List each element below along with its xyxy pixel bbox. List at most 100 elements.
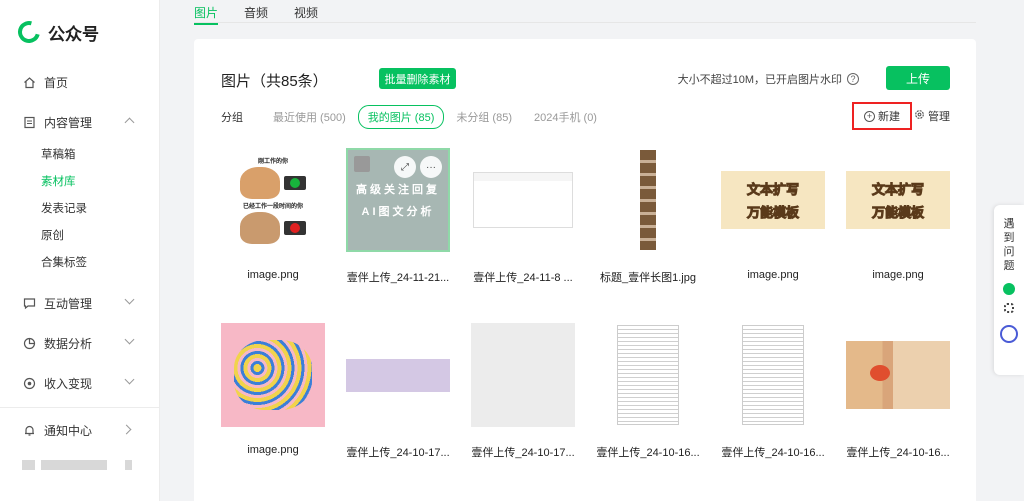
sidebar-item-label: 互动管理	[44, 296, 93, 311]
image-card[interactable]: 壹伴上传_24-10-16...	[846, 323, 950, 460]
sidebar-subitem-original[interactable]: 原创	[0, 223, 159, 250]
image-thumbnail[interactable]	[721, 323, 825, 427]
more-icon[interactable]: ···	[420, 156, 442, 178]
gear-icon	[914, 109, 925, 123]
new-group-button[interactable]: + 新建	[852, 102, 912, 130]
document-icon	[22, 115, 36, 129]
group-tab-2024-phone[interactable]: 2024手机 (0)	[534, 109, 597, 125]
image-thumbnail[interactable]: 文本扩写 万能模板	[721, 148, 825, 252]
image-thumbnail[interactable]	[471, 148, 575, 252]
manage-label: 管理	[928, 111, 950, 123]
sidebar-subitem-publish-records[interactable]: 发表记录	[0, 196, 159, 223]
image-thumbnail[interactable]	[596, 148, 700, 252]
image-card-hovered[interactable]: ⤢ ··· 高级关注回复 AI图文分析 壹伴上传_24-11-21...	[346, 148, 450, 285]
image-thumbnail[interactable]: 文本扩写 万能模板	[846, 148, 950, 252]
group-tab-my-images[interactable]: 我的图片 (85)	[357, 105, 445, 129]
home-icon	[22, 75, 36, 89]
sidebar-subitem-collection-tags[interactable]: 合集标签	[0, 250, 159, 277]
image-thumbnail[interactable]: 刚工作的你 已经工作一段时间的你	[221, 148, 325, 252]
help-icon[interactable]: ?	[847, 73, 859, 85]
chevron-up-icon	[124, 117, 135, 128]
apps-grid-icon[interactable]	[1004, 303, 1014, 313]
help-float-text[interactable]: 遇到问题	[1003, 217, 1015, 273]
wechat-logo-icon	[13, 16, 45, 48]
group-filter-row: 分组 最近使用 (500) 我的图片 (85) 未分组 (85) 2024手机 …	[221, 102, 950, 130]
thumb-text-line1: 高级关注回复	[356, 184, 440, 196]
tab-video[interactable]: 视频	[294, 0, 318, 22]
tab-images[interactable]: 图片	[194, 0, 219, 25]
image-name: image.png	[247, 444, 299, 456]
image-card[interactable]: 刚工作的你 已经工作一段时间的你 image.png	[221, 148, 325, 285]
image-thumbnail[interactable]	[471, 323, 575, 427]
sidebar-item-label: 数据分析	[44, 336, 93, 351]
chevron-right-icon	[121, 424, 132, 435]
add-circle-icon: +	[864, 110, 875, 122]
sidebar-item-home[interactable]: 首页	[0, 62, 159, 102]
size-note-text: 大小不超过10M，已开启图片水印	[677, 74, 842, 86]
page-title: 图片（共85条）	[221, 73, 328, 90]
app-name: 公众号	[48, 24, 99, 44]
image-thumbnail[interactable]	[846, 323, 950, 427]
expand-icon[interactable]: ⤢	[394, 156, 416, 178]
group-label: 分组	[221, 112, 243, 124]
help-float-widget: 遇到问题	[994, 205, 1024, 375]
image-card[interactable]: 文本扩写 万能模板 image.png	[846, 148, 950, 285]
image-name: 壹伴上传_24-10-16...	[846, 447, 950, 459]
sidebar-subitem-drafts[interactable]: 草稿箱	[0, 142, 159, 169]
manage-groups-button[interactable]: 管理	[914, 108, 950, 124]
select-checkbox[interactable]	[354, 156, 370, 172]
sidebar-item-label: 通知中心	[44, 423, 93, 438]
image-name: image.png	[872, 269, 924, 281]
avatar	[22, 460, 36, 470]
meme-top-caption: 刚工作的你	[257, 159, 288, 165]
app-logo[interactable]: 公众号	[0, 0, 159, 64]
image-card[interactable]: 壹伴上传_24-10-16...	[721, 323, 825, 460]
sidebar-item-monetization[interactable]: 收入变现	[0, 363, 159, 403]
sidebar-item-label: 内容管理	[44, 115, 93, 130]
image-name: image.png	[247, 269, 299, 281]
sidebar-item-content-management[interactable]: 内容管理	[0, 102, 159, 142]
tabs-underline	[194, 22, 976, 23]
check-badge-icon[interactable]	[1003, 283, 1015, 295]
upload-button[interactable]: 上传	[886, 66, 950, 90]
sidebar-item-interaction[interactable]: 互动管理	[0, 283, 159, 323]
image-name: 壹伴上传_24-11-21...	[346, 272, 450, 284]
image-card[interactable]: 壹伴上传_24-10-17...	[346, 323, 450, 460]
image-name: image.png	[747, 269, 799, 281]
assistant-bot-icon[interactable]	[1000, 325, 1018, 343]
image-name: 壹伴上传_24-10-17...	[346, 447, 450, 459]
image-card[interactable]: 标题_壹伴长图1.jpg	[596, 148, 700, 285]
sidebar-item-notifications[interactable]: 通知中心	[0, 410, 160, 450]
image-card[interactable]: 壹伴上传_24-11-8 ...	[471, 148, 575, 285]
chat-icon	[22, 296, 36, 310]
account-menu-placeholder	[124, 460, 133, 470]
group-tab-recent[interactable]: 最近使用 (500)	[273, 109, 346, 125]
image-name: 标题_壹伴长图1.jpg	[600, 272, 696, 284]
batch-delete-button[interactable]: 批量删除素材	[379, 68, 456, 89]
thumb-text-line2: 万能模板	[746, 205, 799, 221]
image-card[interactable]: 壹伴上传_24-10-17...	[471, 323, 575, 460]
image-card[interactable]: 壹伴上传_24-10-16...	[596, 323, 700, 460]
cross-icon	[290, 223, 300, 233]
sidebar-item-label: 首页	[44, 75, 69, 90]
upload-size-note: 大小不超过10M，已开启图片水印 ?	[678, 71, 859, 87]
image-thumbnail[interactable]: ⤢ ··· 高级关注回复 AI图文分析	[346, 148, 450, 252]
image-thumbnail[interactable]	[596, 323, 700, 427]
thumb-text-line2: AI图文分析	[361, 206, 435, 218]
sidebar-subitem-material-library[interactable]: 素材库	[0, 169, 159, 196]
tab-audio[interactable]: 音频	[244, 0, 268, 22]
image-card[interactable]: 文本扩写 万能模板 image.png	[721, 148, 825, 285]
meme-bottom-caption: 已经工作一段时间的你	[242, 204, 303, 210]
thumb-text-line1: 文本扩写	[746, 182, 799, 198]
new-group-label: 新建	[878, 111, 900, 123]
image-card[interactable]: image.png	[221, 323, 325, 460]
media-type-tabs: 图片 音频 视频	[194, 0, 318, 25]
chevron-down-icon	[124, 334, 135, 345]
image-library-panel: 图片（共85条） 批量删除素材 大小不超过10M，已开启图片水印 ? 上传 分组…	[194, 39, 976, 501]
group-tab-ungrouped[interactable]: 未分组 (85)	[456, 109, 512, 125]
image-thumbnail[interactable]	[221, 323, 325, 427]
sidebar-item-analytics[interactable]: 数据分析	[0, 323, 159, 363]
account-name-blurred[interactable]	[22, 458, 133, 472]
account-name-placeholder	[41, 460, 107, 470]
image-thumbnail[interactable]	[346, 323, 450, 427]
